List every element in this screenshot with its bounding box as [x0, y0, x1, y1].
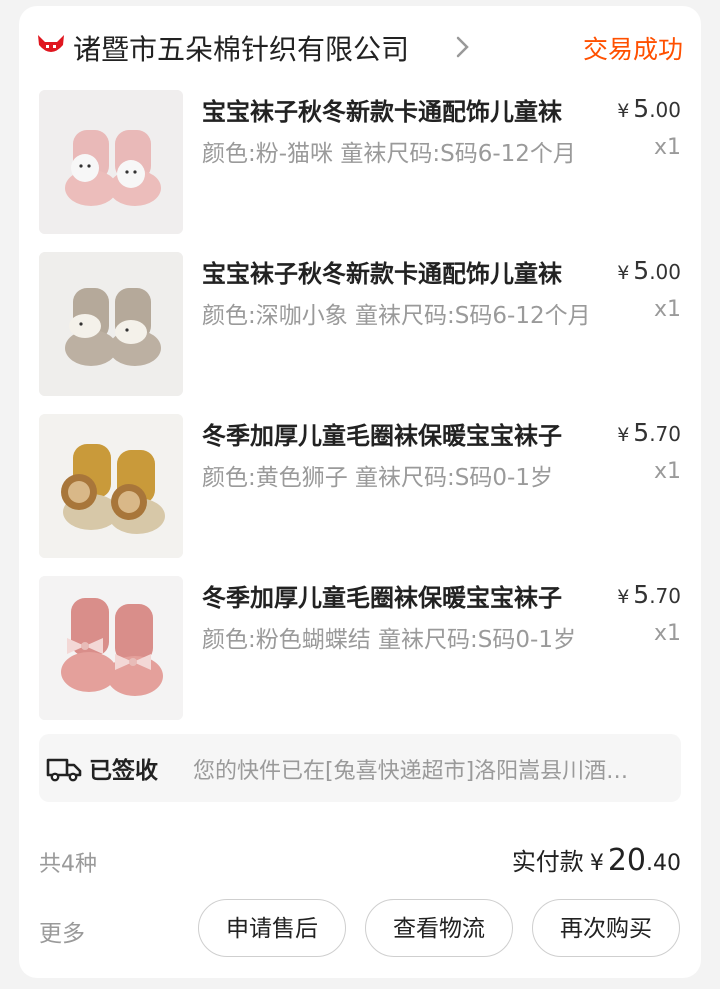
order-item[interactable]: 宝宝袜子秋冬新款卡通配饰儿童袜 颜色:深咖小象 童袜尺码:S码6-12个月 ¥5…	[19, 252, 701, 398]
currency-symbol: ¥	[617, 424, 630, 446]
product-price: ¥5.00	[617, 256, 681, 285]
product-quantity: x1	[653, 135, 681, 160]
product-thumbnail[interactable]	[39, 90, 183, 234]
more-link[interactable]: 更多	[39, 914, 85, 948]
order-item[interactable]: 冬季加厚儿童毛圈袜保暖宝宝袜子 颜色:黄色狮子 童袜尺码:S码0-1岁 ¥5.7…	[19, 414, 701, 560]
product-price: ¥5.70	[617, 418, 681, 447]
price-integer: 5	[633, 256, 650, 285]
product-spec: 颜色:黄色狮子 童袜尺码:S码0-1岁	[202, 465, 553, 491]
price-integer: 5	[633, 94, 650, 123]
delivery-status: 已签收	[89, 758, 158, 784]
truck-icon	[46, 758, 82, 782]
product-title[interactable]: 宝宝袜子秋冬新款卡通配饰儿童袜	[202, 92, 572, 127]
currency-symbol: ¥	[617, 100, 630, 122]
product-quantity: x1	[653, 459, 681, 484]
product-spec: 颜色:粉-猫咪 童袜尺码:S码6-12个月	[202, 141, 576, 167]
product-title[interactable]: 冬季加厚儿童毛圈袜保暖宝宝袜子	[202, 578, 572, 613]
product-title[interactable]: 宝宝袜子秋冬新款卡通配饰儿童袜	[202, 254, 572, 289]
order-item[interactable]: 冬季加厚儿童毛圈袜保暖宝宝袜子 颜色:粉色蝴蝶结 童袜尺码:S码0-1岁 ¥5.…	[19, 576, 701, 722]
tmall-cat-icon	[38, 35, 64, 52]
currency-symbol: ¥	[589, 851, 604, 876]
product-thumbnail[interactable]	[39, 252, 183, 396]
product-spec: 颜色:深咖小象 童袜尺码:S码6-12个月	[202, 303, 591, 329]
shop-name[interactable]: 诸暨市五朵棉针织有限公司	[73, 28, 409, 68]
order-card: 诸暨市五朵棉针织有限公司 交易成功 宝宝袜子秋冬新款卡通配饰儿童袜 颜色:粉-猫…	[19, 6, 701, 978]
product-thumbnail[interactable]	[39, 414, 183, 558]
order-item[interactable]: 宝宝袜子秋冬新款卡通配饰儿童袜 颜色:粉-猫咪 童袜尺码:S码6-12个月 ¥5…	[19, 90, 701, 236]
price-decimal: .00	[649, 260, 681, 284]
item-count: 共4种	[39, 852, 97, 877]
delivery-detail: 您的快件已在[兔喜快递超市]洛阳嵩县川酒…	[193, 759, 629, 784]
total-integer: 20	[607, 843, 646, 878]
buy-again-button[interactable]: 再次购买	[532, 899, 680, 957]
chevron-right-icon[interactable]	[455, 36, 471, 58]
price-integer: 5	[633, 580, 650, 609]
price-decimal: .70	[649, 422, 681, 446]
product-price: ¥5.00	[617, 94, 681, 123]
product-thumbnail[interactable]	[39, 576, 183, 720]
price-decimal: .00	[649, 98, 681, 122]
currency-symbol: ¥	[617, 586, 630, 608]
paid-total: 实付款 ¥20.40	[512, 842, 681, 878]
logistics-bar[interactable]: 已签收 您的快件已在[兔喜快递超市]洛阳嵩县川酒…	[39, 734, 681, 802]
order-status: 交易成功	[582, 35, 683, 64]
price-integer: 5	[633, 418, 650, 447]
product-quantity: x1	[653, 297, 681, 322]
order-header: 诸暨市五朵棉针织有限公司 交易成功	[19, 6, 701, 86]
total-decimal: .40	[646, 851, 681, 876]
product-quantity: x1	[653, 621, 681, 646]
currency-symbol: ¥	[617, 262, 630, 284]
after-sale-button[interactable]: 申请售后	[198, 899, 346, 957]
product-price: ¥5.70	[617, 580, 681, 609]
product-title[interactable]: 冬季加厚儿童毛圈袜保暖宝宝袜子	[202, 416, 572, 451]
product-spec: 颜色:粉色蝴蝶结 童袜尺码:S码0-1岁	[202, 627, 576, 653]
paid-label: 实付款	[511, 848, 584, 876]
price-decimal: .70	[649, 584, 681, 608]
view-logistics-button[interactable]: 查看物流	[365, 899, 513, 957]
